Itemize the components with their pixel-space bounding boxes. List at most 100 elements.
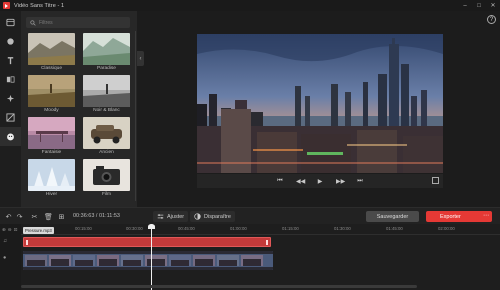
export-button[interactable]: Exporter ⋯: [426, 211, 492, 222]
filter-label: Noir & Blanc: [93, 108, 120, 113]
time-readout: 00:36:63 / 01:11:53: [73, 213, 120, 219]
zoom-out-icon[interactable]: ⊖: [8, 227, 12, 233]
tick-label: 00:15:00: [75, 226, 92, 231]
playhead[interactable]: [151, 224, 152, 290]
filter-search-box[interactable]: [26, 17, 130, 28]
panel-scrollbar[interactable]: [134, 31, 136, 201]
filter-item-noir-blanc[interactable]: Noir & Blanc: [83, 75, 130, 115]
filter-label: Ancien: [99, 150, 114, 155]
filter-item-ancien[interactable]: Ancien: [83, 117, 130, 157]
filter-thumbnail: [28, 75, 75, 107]
overlays-icon: [6, 113, 15, 122]
skip-end-button[interactable]: ⏭: [356, 178, 364, 185]
filter-label: Moody: [44, 108, 59, 113]
filters-icon: [7, 133, 14, 141]
filter-thumbnail: [28, 159, 75, 191]
tick-label: 01:30:00: [334, 226, 351, 231]
clip-end-handle[interactable]: [266, 240, 268, 245]
filter-item-moody[interactable]: Moody: [28, 75, 75, 115]
video-preview[interactable]: [197, 34, 443, 173]
maximize-button[interactable]: □: [472, 0, 486, 11]
text-icon: [7, 57, 14, 65]
rail-transitions[interactable]: [0, 70, 21, 89]
zoom-in-icon[interactable]: ⊕: [2, 227, 6, 233]
adjust-button[interactable]: Ajuster: [153, 211, 189, 222]
rail-media[interactable]: [0, 13, 21, 32]
skip-start-button[interactable]: ⏮: [276, 178, 284, 185]
rail-effects[interactable]: [0, 89, 21, 108]
step-forward-button[interactable]: ▶▶: [336, 178, 345, 185]
disappear-button[interactable]: Disparaître: [190, 211, 235, 222]
rail-audio[interactable]: [0, 32, 21, 51]
cut-icon[interactable]: ✂: [30, 212, 39, 221]
filter-label: Fantaisie: [41, 150, 62, 155]
media-icon: [6, 18, 15, 27]
timeline-scrollbar[interactable]: [21, 285, 417, 288]
transitions-icon: [6, 76, 15, 83]
filter-item-fantaisie[interactable]: Fantaisie: [28, 117, 75, 157]
audio-icon: [7, 38, 14, 45]
tick-label: 01:00:00: [230, 226, 247, 231]
tick-label: 00:45:00: [178, 226, 195, 231]
video-clip[interactable]: [23, 251, 273, 270]
tool-rail: [0, 11, 21, 207]
filter-search-input[interactable]: [39, 19, 119, 26]
fullscreen-button[interactable]: [432, 177, 439, 184]
save-label: Sauvegarder: [376, 213, 409, 220]
filter-thumbnail: [28, 117, 75, 149]
window-title: Vidéo Sans Titre - 1: [14, 2, 65, 9]
undo-icon[interactable]: ↶: [4, 212, 13, 221]
player-controls: ⏮ ◀◀ ▶ ▶▶ ⏭: [197, 174, 443, 188]
edit-toolbar: ↶ ↷ ✂ 🗑 ⊞ 00:36:63 / 01:11:53 Ajuster Di…: [0, 207, 500, 224]
disappear-label: Disparaître: [204, 213, 231, 220]
tick-label: 01:15:00: [282, 226, 299, 231]
tick-label: 01:45:00: [386, 226, 403, 231]
filter-item-classique[interactable]: Classique: [28, 33, 75, 73]
filter-thumbnail: [83, 33, 130, 65]
audio-clip[interactable]: [23, 237, 271, 247]
filter-label: Hiver: [45, 192, 58, 197]
filter-item-hiver[interactable]: Hiver: [28, 159, 75, 199]
split-icon[interactable]: ⊞: [57, 212, 66, 221]
effects-icon: [6, 94, 15, 103]
filter-label: Paradise: [97, 66, 116, 71]
filter-item-film[interactable]: Film: [83, 159, 130, 199]
redo-icon[interactable]: ↷: [15, 212, 24, 221]
minimize-button[interactable]: –: [458, 0, 472, 11]
help-button[interactable]: ?: [487, 15, 496, 24]
clip-name-tag: Pressure.mp3: [23, 227, 54, 234]
title-bar: Vidéo Sans Titre - 1 – □ ✕: [0, 0, 500, 11]
close-button[interactable]: ✕: [486, 0, 500, 11]
rail-text[interactable]: [0, 51, 21, 70]
clip-start-handle[interactable]: [26, 240, 28, 245]
filter-item-paradise[interactable]: Paradise: [83, 33, 130, 73]
more-options-icon[interactable]: ⋯: [483, 212, 489, 219]
delete-icon[interactable]: 🗑: [44, 212, 53, 221]
playhead-handle[interactable]: [148, 224, 155, 229]
rail-overlays[interactable]: [0, 108, 21, 127]
collapse-panel-button[interactable]: ‹: [137, 51, 144, 66]
filter-thumbnail: [28, 33, 75, 65]
app-logo-icon: [3, 2, 10, 9]
zoom-controls: ⊕ ⊖ ⊡: [2, 227, 17, 233]
timeline: ⊕ ⊖ ⊡ ♫ ● 00:00:00 00:15:00 00:30:00 00:…: [0, 224, 500, 290]
sliders-icon: [157, 214, 164, 219]
fit-icon[interactable]: ⊡: [14, 227, 18, 233]
filter-label: Classique: [40, 66, 63, 71]
filter-thumbnail: [83, 75, 130, 107]
rail-filters[interactable]: [0, 127, 21, 146]
export-label: Exporter: [440, 213, 461, 220]
save-button[interactable]: Sauvegarder: [366, 211, 419, 222]
half-circle-icon: [194, 213, 201, 220]
step-back-button[interactable]: ◀◀: [296, 178, 305, 185]
play-button[interactable]: ▶: [316, 178, 324, 185]
tick-label: 02:00:00: [438, 226, 455, 231]
tick-label: 00:30:00: [126, 226, 143, 231]
search-icon: [30, 19, 36, 26]
adjust-label: Ajuster: [167, 213, 185, 220]
time-ruler[interactable]: 00:00:00 00:15:00 00:30:00 00:45:00 01:0…: [21, 224, 500, 235]
filter-thumbnail: [83, 159, 130, 191]
preview-area: ? ⏮ ◀◀ ▶ ▶▶ ⏭: [144, 11, 500, 207]
filter-thumbnail: [83, 117, 130, 149]
filter-label: Film: [101, 192, 112, 197]
